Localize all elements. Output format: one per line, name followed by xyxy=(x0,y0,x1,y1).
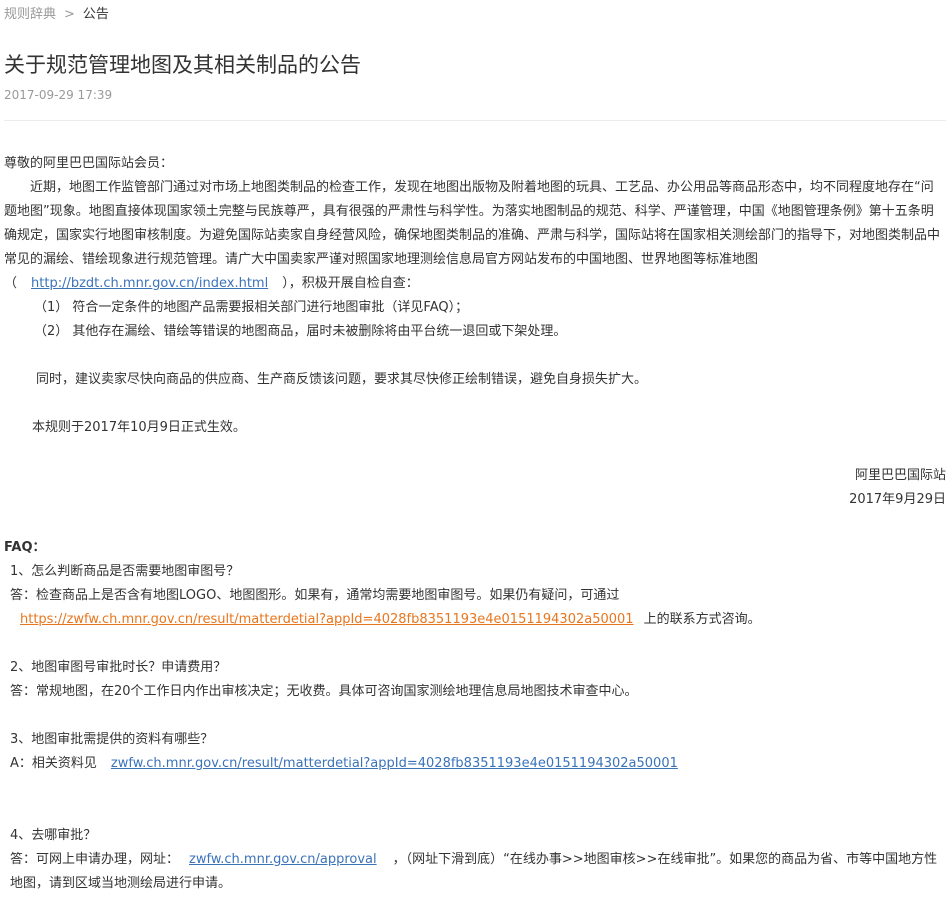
intro-paragraph: 近期，地图工作监管部门通过对市场上地图类制品的检查工作，发现在地图出版物及附着地… xyxy=(4,176,946,296)
faq-title: FAQ： xyxy=(4,540,46,555)
faq-answer-4: 答：可网上申请办理，网址： zwfw.ch.mnr.gov.cn/approval… xyxy=(4,848,946,896)
faq-answer-3-link[interactable]: zwfw.ch.mnr.gov.cn/result/matterdetial?a… xyxy=(111,756,678,771)
greeting: 尊敬的阿里巴巴国际站会员： xyxy=(4,156,174,171)
faq-answer-4-link[interactable]: zwfw.ch.mnr.gov.cn/approval xyxy=(189,852,377,867)
faq-answer-1-after: 上的联系方式咨询。 xyxy=(643,612,761,627)
faq-answer-3-prefix: A：相关资料见 xyxy=(10,756,97,771)
faq-answer-2: 答：常规地图，在20个工作日内作出审核决定；无收费。具体可咨询国家测绘地理信息局… xyxy=(10,684,638,699)
faq-answer-1-link[interactable]: https://zwfw.ch.mnr.gov.cn/result/matter… xyxy=(20,612,634,627)
intro-text: 近期，地图工作监管部门通过对市场上地图类制品的检查工作，发现在地图出版物及附着地… xyxy=(4,180,941,291)
breadcrumb-current-announcement: 公告 xyxy=(82,7,109,22)
faq-answer-1: 答：检查商品上是否含有地图LOGO、地图图形。如果有，通常均需要地图审图号。如果… xyxy=(10,588,620,603)
signature: 阿里巴巴国际站 xyxy=(854,468,946,483)
faq-question-2: 2、地图审图号审批时长？申请费用？ xyxy=(10,660,227,675)
faq-question-3: 3、地图审批需提供的资料有哪些？ xyxy=(10,732,214,747)
standard-map-link[interactable]: http://bzdt.ch.mnr.gov.cn/index.html xyxy=(31,276,268,291)
faq-question-4: 4、去哪审批？ xyxy=(10,828,97,843)
faq-answer-1-link-line: https://zwfw.ch.mnr.gov.cn/result/matter… xyxy=(4,608,946,632)
breadcrumb-link-rules-dictionary[interactable]: 规则辞典 xyxy=(4,7,56,22)
article-body: 尊敬的阿里巴巴国际站会员： 近期，地图工作监管部门通过对市场上地图类制品的检查工… xyxy=(4,152,946,896)
faq-question-1: 1、怎么判断商品是否需要地图审图号？ xyxy=(10,564,240,579)
header-divider xyxy=(4,120,946,121)
faq-answer-4-prefix: 答：可网上申请办理，网址： xyxy=(10,852,180,867)
intro-text-after-link: ），积极开展自检自查： xyxy=(282,276,419,291)
publish-date: 2017-09-29 17:39 xyxy=(4,88,113,102)
list-item-1: （1） 符合一定条件的地图产品需要报相关部门进行地图审批（详见FAQ）； xyxy=(34,300,469,315)
breadcrumb-separator: > xyxy=(64,7,75,22)
page-title: 关于规范管理地图及其相关制品的公告 xyxy=(4,53,361,77)
list-item-2: （2） 其他存在漏绘、错绘等错误的地图商品，届时未被删除将由平台统一退回或下架处… xyxy=(34,324,567,339)
suggestion-paragraph: 同时，建议卖家尽快向商品的供应商、生产商反馈该问题，要求其尽快修正绘制错误，避免… xyxy=(36,372,648,387)
faq-answer-3: A：相关资料见 zwfw.ch.mnr.gov.cn/result/matterd… xyxy=(4,752,946,776)
signature-date: 2017年9月29日 xyxy=(849,492,946,507)
effective-date-paragraph: 本规则于2017年10月9日正式生效。 xyxy=(32,420,246,435)
breadcrumb: 规则辞典 > 公告 xyxy=(4,6,109,24)
